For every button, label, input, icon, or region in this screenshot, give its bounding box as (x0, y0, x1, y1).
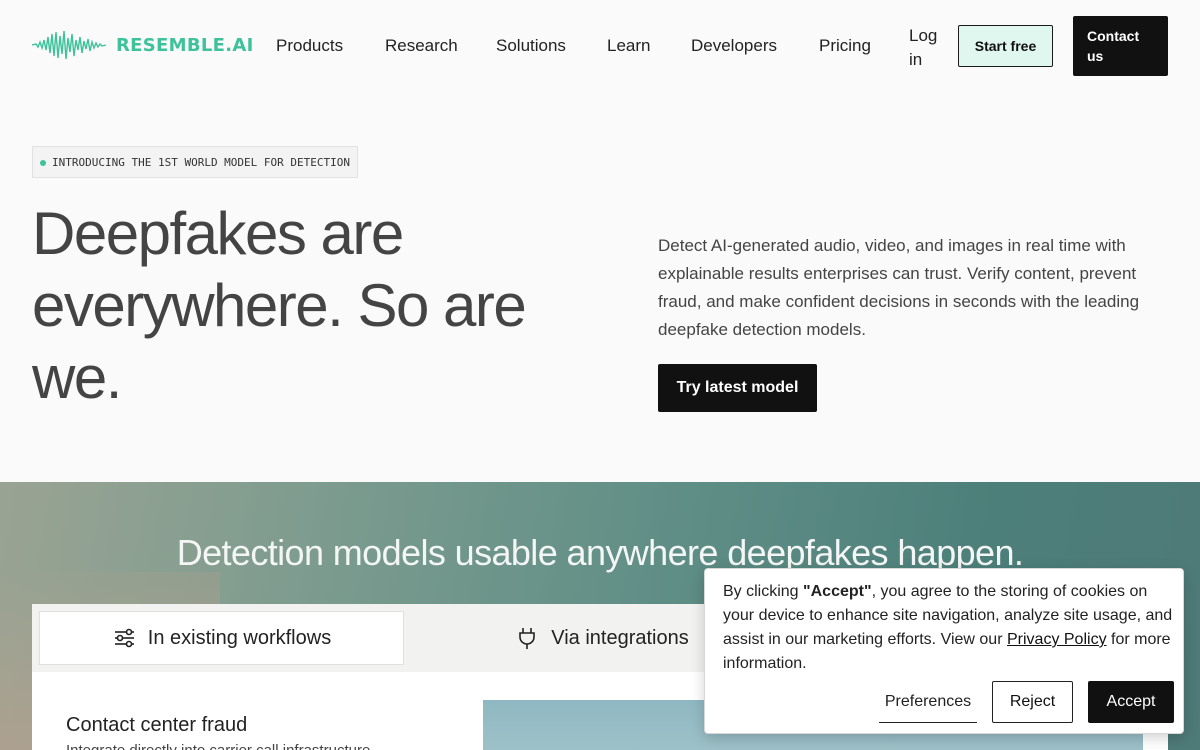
privacy-policy-link[interactable]: Privacy Policy (1007, 631, 1107, 648)
try-latest-model-button[interactable]: Try latest model (658, 364, 817, 412)
nav-item-products[interactable]: Products (276, 36, 343, 56)
status-dot-icon (40, 160, 46, 166)
top-navigation: RESEMBLE.AI Products Research Solutions … (0, 0, 1200, 92)
cookie-message: By clicking "Accept", you agree to the s… (723, 583, 1173, 672)
start-free-button[interactable]: Start free (958, 25, 1053, 67)
cookie-preferences-button[interactable]: Preferences (879, 681, 977, 723)
tab-existing-workflows[interactable]: In existing workflows (39, 611, 404, 665)
card-title: Contact center fraud (66, 714, 248, 736)
hero-description: Detect AI-generated audio, video, and im… (658, 236, 1140, 339)
tab-label: In existing workflows (147, 626, 332, 649)
brand-name: RESEMBLE.AI (116, 34, 254, 56)
nav-item-pricing[interactable]: Pricing (819, 36, 871, 56)
card-description: Integrate directly into carrier call inf… (66, 742, 370, 750)
announcement-badge: INTRODUCING THE 1ST WORLD MODEL FOR DETE… (32, 146, 359, 178)
tab-label: Via integrations (551, 626, 689, 649)
cookie-accept-button[interactable]: Accept (1088, 681, 1174, 723)
cookie-banner: By clicking "Accept", you agree to the s… (704, 568, 1184, 734)
nav-item-developers[interactable]: Developers (691, 36, 777, 56)
nav-item-solutions[interactable]: Solutions (496, 36, 566, 56)
cookie-reject-button[interactable]: Reject (992, 681, 1073, 723)
nav-item-research[interactable]: Research (385, 36, 458, 56)
contact-us-button[interactable]: Contact us (1073, 16, 1168, 76)
login-link[interactable]: Log in (909, 24, 949, 72)
logo[interactable]: RESEMBLE.AI (32, 28, 254, 62)
hero-title: Deepfakes are everywhere. So are we. (32, 200, 527, 411)
plug-icon (519, 628, 536, 649)
badge-text: INTRODUCING THE 1ST WORLD MODEL FOR DETE… (52, 155, 351, 169)
sliders-icon (114, 628, 134, 648)
tab-via-integrations[interactable]: Via integrations (502, 611, 702, 665)
waveform-logo-icon (32, 30, 106, 60)
nav-item-learn[interactable]: Learn (607, 36, 650, 56)
